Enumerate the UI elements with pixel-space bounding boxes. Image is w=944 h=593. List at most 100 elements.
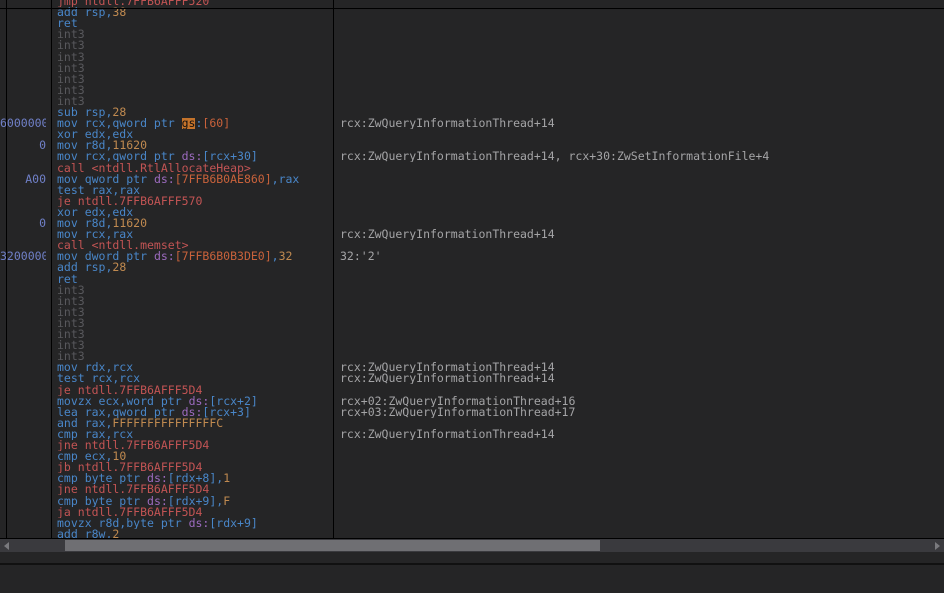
int3-padding-token: int3 (57, 351, 85, 362)
instruction: int3 (57, 285, 331, 296)
instruction: mov r8d,11620 (57, 140, 331, 151)
instruction: mov rcx,qword ptr gs:[60] (57, 118, 331, 129)
instruction: xor edx,edx (57, 129, 331, 140)
jump-or-call-token: call <ntdll.memset> (57, 240, 189, 251)
immediate-value-token: F (223, 496, 230, 507)
instruction: and rax,FFFFFFFFFFFFFFFC (57, 418, 331, 429)
instruction: cmp byte ptr ds:[rdx+8],1 (57, 473, 331, 484)
instruction: int3 (57, 96, 331, 107)
jump-or-call-token: call <ntdll.RtlAllocateHeap> (57, 163, 251, 174)
int3-padding-token: int3 (57, 74, 85, 85)
instruction: je ntdll.7FFB6AFFF5D4 (57, 385, 331, 396)
instruction: int3 (57, 85, 331, 96)
jump-or-call-token: je ntdll.7FFB6AFFF5D4 (57, 385, 202, 396)
memory-address-token: [60] (202, 118, 230, 129)
instruction-text: [rcx+30] (202, 151, 257, 162)
instruction-text: test rax,rax (57, 185, 140, 196)
int3-padding-token: int3 (57, 340, 85, 351)
immediate-value-token: 1 (223, 473, 230, 484)
instruction: add rsp,28 (57, 262, 331, 273)
instruction-text: and rax, (57, 418, 112, 429)
int3-padding-token: int3 (57, 329, 85, 340)
immediate-value-token: FFFFFFFFFFFFFFFC (112, 418, 223, 429)
scroll-right-arrow-icon[interactable] (935, 542, 940, 550)
instruction-comment: rcx:ZwQueryInformationThread+14 (340, 429, 940, 440)
column-separator-bytes-disassembly[interactable] (51, 0, 52, 538)
instruction: int3 (57, 52, 331, 63)
jump-or-call-token: jne ntdll.7FFB6AFFF5D4 (57, 484, 209, 495)
horizontal-scrollbar[interactable] (0, 538, 944, 552)
instruction: int3 (57, 63, 331, 74)
instruction-comment: 32:'2' (340, 251, 940, 262)
instruction-text: sub rsp, (57, 107, 112, 118)
instruction-text: cmp byte ptr (57, 473, 147, 484)
jump-or-call-token: jne ntdll.7FFB6AFFF5D4 (57, 440, 209, 451)
int3-padding-token: int3 (57, 40, 85, 51)
immediate-value-token: 10 (112, 451, 126, 462)
instruction: call <ntdll.RtlAllocateHeap> (57, 163, 331, 174)
instruction: movzx ecx,word ptr ds:[rcx+2] (57, 396, 331, 407)
block-separator-line (0, 8, 944, 9)
instruction: mov dword ptr ds:[7FFB6B0B3DE0],32 (57, 251, 331, 262)
instruction: cmp ecx,10 (57, 451, 331, 462)
jump-or-call-token: ja ntdll.7FFB6AFFF5D4 (57, 507, 202, 518)
instruction: jne ntdll.7FFB6AFFF5D4 (57, 484, 331, 495)
column-separator-disassembly-comments[interactable] (333, 0, 334, 538)
instruction: ret (57, 274, 331, 285)
instruction-text: mov rdx,rcx (57, 362, 133, 373)
instruction: test rax,rax (57, 185, 331, 196)
instruction-comment: rcx:ZwQueryInformationThread+14 (340, 229, 940, 240)
instruction: int3 (57, 29, 331, 40)
segment-register-token: ds: (189, 396, 210, 407)
jump-or-call-token: jmp ntdll.7FFB6AFFF520 (57, 0, 209, 7)
immediate-value-token: 2 (112, 529, 119, 538)
instruction-text: cmp rax,rcx (57, 429, 133, 440)
instruction: mov qword ptr ds:[7FFB6B0AE860],rax (57, 174, 331, 185)
instruction: jne ntdll.7FFB6AFFF5D4 (57, 440, 331, 451)
instruction-comment: rcx:ZwQueryInformationThread+14 (340, 362, 940, 373)
instruction-text: ret (57, 274, 78, 285)
instruction-text: movzx r8d,byte ptr (57, 518, 189, 529)
instruction: cmp byte ptr ds:[rdx+9],F (57, 496, 331, 507)
instruction-text: , (272, 251, 279, 262)
int3-padding-token: int3 (57, 29, 85, 40)
instruction: mov rcx,qword ptr ds:[rcx+30] (57, 151, 331, 162)
instruction-text: mov r8d, (57, 218, 112, 229)
instruction-text: mov dword ptr (57, 251, 154, 262)
instruction: int3 (57, 307, 331, 318)
disassembly-row[interactable]: add r8w,2 (0, 529, 944, 538)
instruction: cmp rax,rcx (57, 429, 331, 440)
int3-padding-token: int3 (57, 318, 85, 329)
scrollbar-thumb[interactable] (65, 540, 600, 551)
instruction-text: xor edx,edx (57, 129, 133, 140)
instruction-text: [rdx+9], (168, 496, 223, 507)
instruction-text: xor edx,edx (57, 207, 133, 218)
instruction: call <ntdll.memset> (57, 240, 331, 251)
instruction: int3 (57, 74, 331, 85)
segment-register-token: ds: (189, 518, 210, 529)
disassembly-pane[interactable]: jmp ntdll.7FFB6AFFF520add rsp,38retint3i… (0, 0, 944, 538)
segment-register-token: ds: (147, 496, 168, 507)
instruction-comment: rcx+02:ZwQueryInformationThread+16 (340, 396, 940, 407)
highlighted-token: gs (182, 118, 196, 129)
instruction: movzx r8d,byte ptr ds:[rdx+9] (57, 518, 331, 529)
instruction: add r8w,2 (57, 529, 331, 538)
instruction-text: add rsp, (57, 262, 112, 273)
immediate-value-token: 32 (279, 251, 293, 262)
instruction-text: ret (57, 18, 78, 29)
int3-padding-token: int3 (57, 307, 85, 318)
segment-register-token: ds: (154, 174, 175, 185)
instruction: int3 (57, 296, 331, 307)
instruction-text: mov rcx,qword ptr (57, 151, 182, 162)
segment-register-token: ds: (154, 251, 175, 262)
int3-padding-token: int3 (57, 52, 85, 63)
immediate-value-token: 28 (112, 107, 126, 118)
column-separator-address-bytes[interactable] (6, 0, 7, 538)
instruction: sub rsp,28 (57, 107, 331, 118)
segment-register-token: ds: (182, 151, 203, 162)
int3-padding-token: int3 (57, 63, 85, 74)
instruction-comment: rcx:ZwQueryInformationThread+14, rcx+30:… (340, 151, 940, 162)
scroll-left-arrow-icon[interactable] (4, 542, 9, 550)
instruction: int3 (57, 318, 331, 329)
instruction-text: [rdx+8], (168, 473, 223, 484)
